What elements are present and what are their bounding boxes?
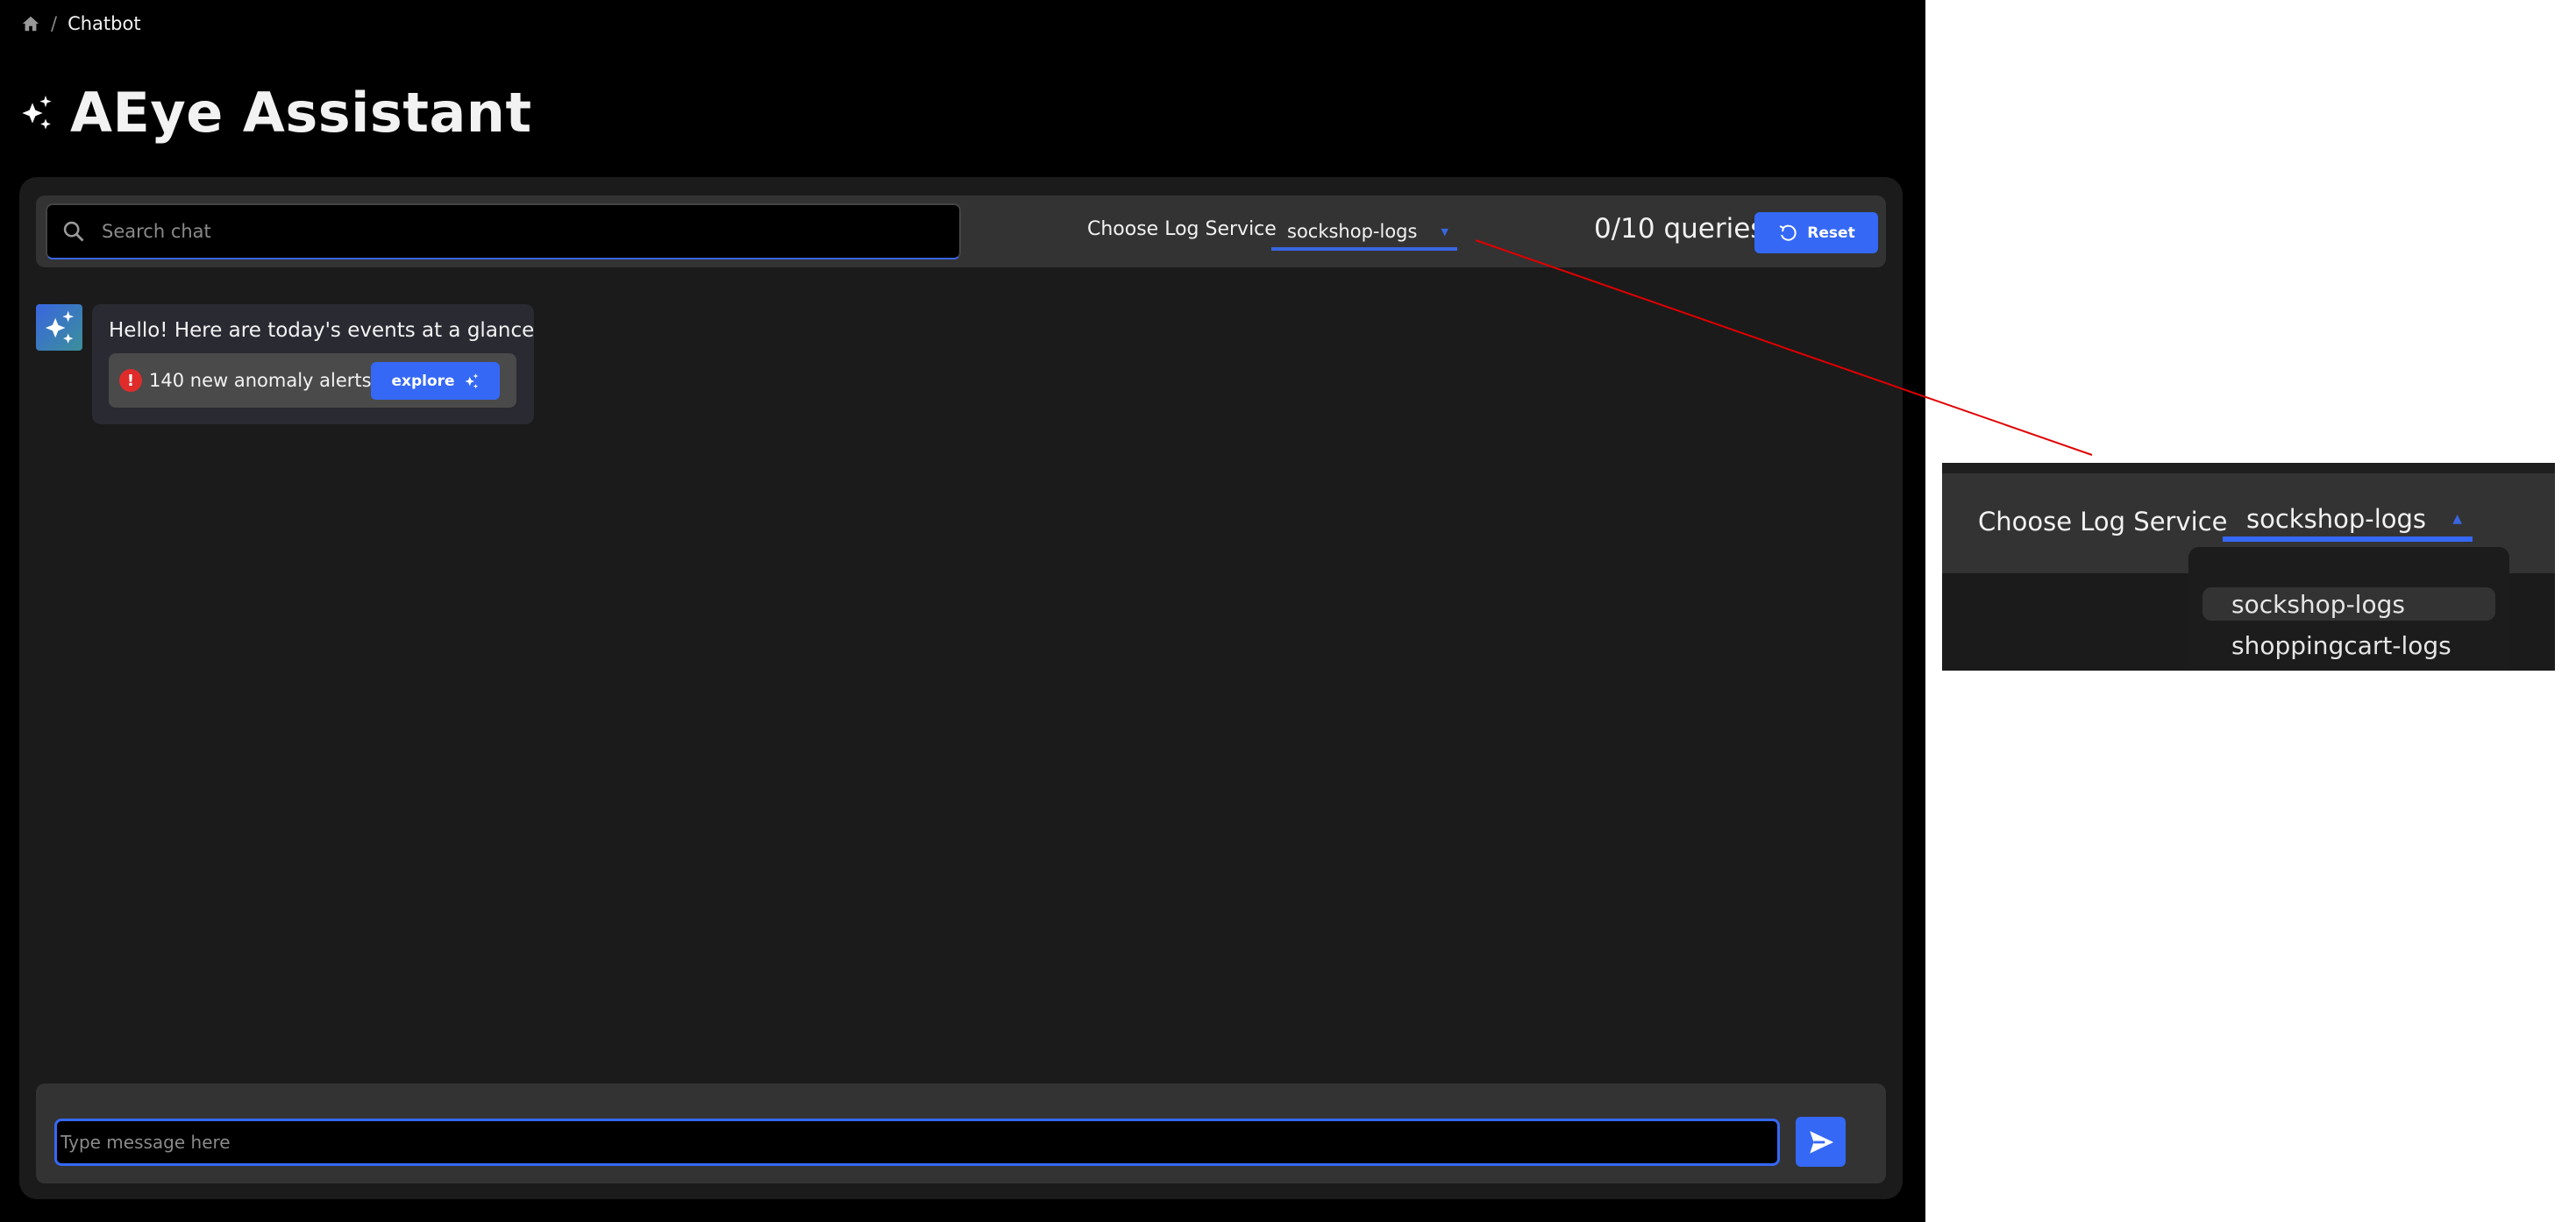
- log-service-menu: sockshop-logs shoppingcart-logs: [2188, 547, 2509, 671]
- inset-log-service-label: Choose Log Service: [1978, 507, 2228, 536]
- inset-strip: [1942, 463, 2555, 473]
- inset-log-service-select[interactable]: sockshop-logs ▲: [2223, 501, 2473, 542]
- caret-up-icon: ▲: [2452, 512, 2462, 526]
- option-sockshop-logs[interactable]: sockshop-logs: [2202, 587, 2495, 621]
- dropdown-zoom-inset: Choose Log Service sockshop-logs ▲ socks…: [1942, 463, 2555, 671]
- option-shoppingcart-logs[interactable]: shoppingcart-logs: [2202, 629, 2495, 662]
- inset-select-value: sockshop-logs: [2246, 504, 2427, 534]
